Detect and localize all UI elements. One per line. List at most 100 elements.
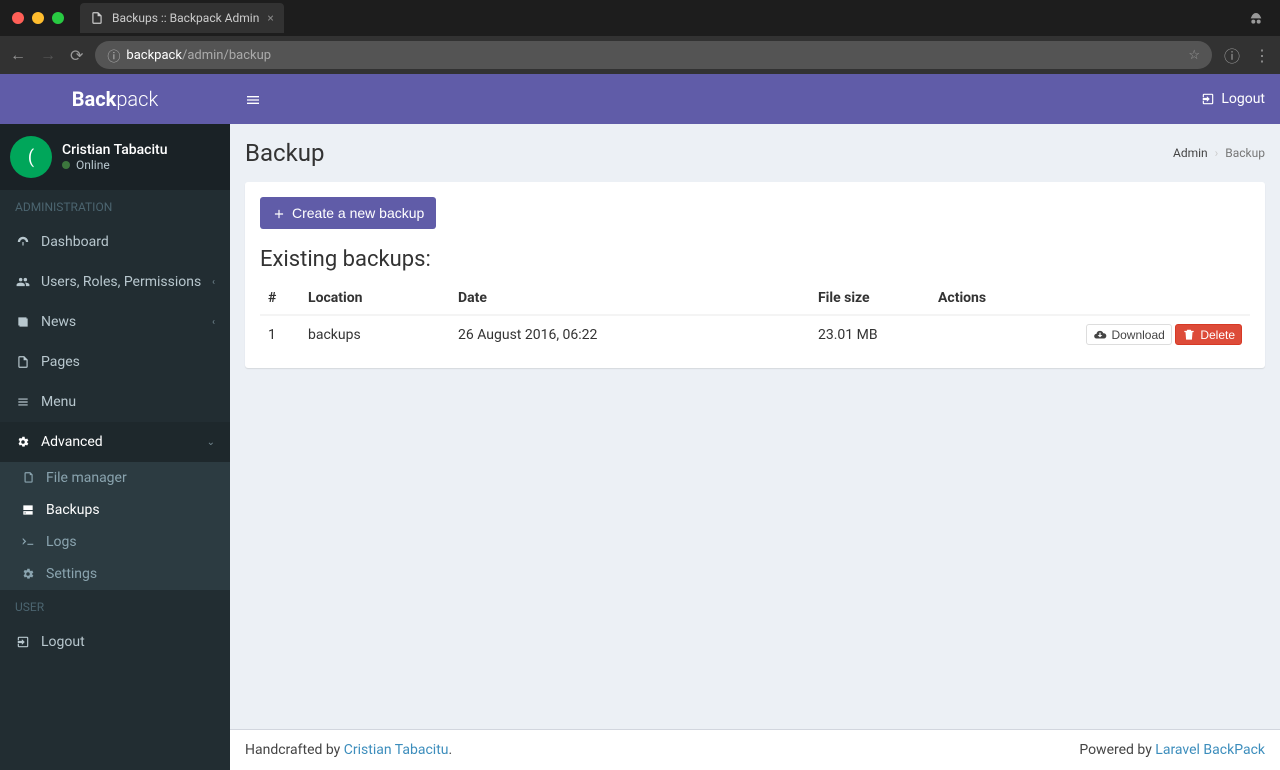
sub-item-label: Backups (46, 502, 100, 518)
sub-item-label: File manager (46, 470, 127, 486)
brand-logo[interactable]: Backpack (0, 74, 230, 124)
sidebar: Backpack ( Cristian Tabacitu Online ADMI… (0, 74, 230, 770)
users-icon (15, 274, 31, 290)
create-backup-button[interactable]: Create a new backup (260, 197, 436, 229)
cell-num: 1 (260, 315, 300, 353)
trash-icon (1182, 327, 1196, 342)
info-icon[interactable]: ⓘ (1222, 43, 1242, 67)
browser-tab[interactable]: Backups :: Backpack Admin × (80, 3, 284, 33)
col-actions: Actions (930, 282, 1250, 315)
sidebar-item-advanced[interactable]: Advanced ⌄ (0, 422, 230, 462)
create-backup-label: Create a new backup (292, 205, 424, 221)
download-label: Download (1111, 328, 1164, 342)
forward-button[interactable]: → (38, 45, 58, 65)
cog-icon (20, 566, 36, 582)
address-bar[interactable]: ⓘ backpack/admin/backup ☆ (95, 41, 1212, 69)
sub-item-backups[interactable]: Backups (0, 494, 230, 526)
sidebar-item-news[interactable]: News ‹ (0, 302, 230, 342)
sidebar-item-menu[interactable]: Menu (0, 382, 230, 422)
cell-size: 23.01 MB (810, 315, 930, 353)
maximize-window-icon[interactable] (52, 12, 64, 24)
footer: Handcrafted by Cristian Tabacitu. Powere… (230, 729, 1280, 770)
signout-icon (15, 634, 31, 650)
close-window-icon[interactable] (12, 12, 24, 24)
sidebar-toggle-icon[interactable] (245, 90, 261, 109)
pages-icon (15, 354, 31, 370)
content-body: Create a new backup Existing backups: # … (230, 167, 1280, 729)
reload-button[interactable]: ⟳ (68, 46, 85, 65)
cogs-icon (15, 434, 31, 450)
close-tab-icon[interactable]: × (267, 11, 273, 25)
delete-label: Delete (1200, 328, 1235, 342)
url-host: backpack (126, 48, 182, 63)
section-title: Existing backups: (260, 247, 1250, 272)
avatar: ( (10, 136, 52, 178)
terminal-icon (20, 534, 36, 550)
incognito-icon (1248, 8, 1272, 29)
user-status: Online (62, 158, 168, 172)
backups-table: # Location Date File size Actions 1 back… (260, 282, 1250, 353)
cell-date: 26 August 2016, 06:22 (450, 315, 810, 353)
url-path: /admin/backup (182, 48, 271, 63)
sidebar-item-dashboard[interactable]: Dashboard (0, 222, 230, 262)
cell-location: backups (300, 315, 450, 353)
page-icon (90, 11, 104, 26)
footer-left: Handcrafted by Cristian Tabacitu. (245, 742, 452, 758)
sidebar-item-label: News (41, 314, 76, 330)
sidebar-item-pages[interactable]: Pages (0, 342, 230, 382)
breadcrumb-admin[interactable]: Admin (1173, 146, 1208, 160)
online-dot-icon (62, 161, 70, 169)
sidebar-section-user: USER (0, 590, 230, 622)
logout-button[interactable]: Logout (1201, 91, 1265, 107)
back-button[interactable]: ← (8, 45, 28, 65)
sidebar-item-label: Logout (41, 634, 85, 650)
sub-item-settings[interactable]: Settings (0, 558, 230, 590)
col-num: # (260, 282, 300, 315)
browser-nav-row: ← → ⟳ ⓘ backpack/admin/backup ☆ ⓘ ⋮ (0, 36, 1280, 74)
sub-item-file-manager[interactable]: File manager (0, 462, 230, 494)
files-icon (20, 470, 36, 486)
sidebar-section-admin: ADMINISTRATION (0, 190, 230, 222)
hdd-icon (20, 502, 36, 518)
table-row: 1 backups 26 August 2016, 06:22 23.01 MB… (260, 315, 1250, 353)
dashboard-icon (15, 234, 31, 250)
bookmark-icon[interactable]: ☆ (1188, 48, 1200, 63)
sidebar-item-users[interactable]: Users, Roles, Permissions ‹ (0, 262, 230, 302)
minimize-window-icon[interactable] (32, 12, 44, 24)
plus-icon (272, 205, 286, 221)
sub-item-label: Logs (46, 534, 77, 550)
breadcrumb-sep: › (1215, 146, 1219, 160)
user-name: Cristian Tabacitu (62, 142, 168, 158)
chevron-left-icon: ‹ (212, 277, 215, 288)
site-info-icon[interactable]: ⓘ (107, 46, 120, 65)
breadcrumb: Admin › Backup (1173, 146, 1265, 160)
footer-powered-link[interactable]: Laravel BackPack (1155, 742, 1265, 758)
signout-icon (1201, 91, 1215, 107)
news-icon (15, 314, 31, 330)
window-controls[interactable] (12, 12, 64, 24)
content-header: Backup Admin › Backup (230, 124, 1280, 167)
cell-actions: Download Delete (930, 315, 1250, 353)
page-title: Backup (245, 139, 324, 167)
sub-item-logs[interactable]: Logs (0, 526, 230, 558)
cloud-download-icon (1093, 327, 1107, 342)
footer-author-link[interactable]: Cristian Tabacitu (344, 742, 449, 758)
user-panel: ( Cristian Tabacitu Online (0, 124, 230, 190)
breadcrumb-current: Backup (1225, 146, 1265, 160)
sidebar-item-logout[interactable]: Logout (0, 622, 230, 662)
delete-button[interactable]: Delete (1175, 324, 1242, 345)
chevron-down-icon: ⌄ (207, 437, 215, 448)
browser-chrome: Backups :: Backpack Admin × ← → ⟳ ⓘ back… (0, 0, 1280, 74)
download-button[interactable]: Download (1086, 324, 1171, 345)
sidebar-item-label: Dashboard (41, 234, 109, 250)
sidebar-item-label: Advanced (41, 434, 103, 450)
logout-label: Logout (1221, 91, 1265, 107)
col-location: Location (300, 282, 450, 315)
brand-bold: Back (72, 87, 117, 111)
browser-tab-row: Backups :: Backpack Admin × (0, 0, 1280, 36)
menu-icon[interactable]: ⋮ (1252, 46, 1272, 65)
panel: Create a new backup Existing backups: # … (245, 182, 1265, 368)
sub-item-label: Settings (46, 566, 97, 582)
content-area: Logout Backup Admin › Backup Create a ne… (230, 74, 1280, 770)
list-icon (15, 394, 31, 410)
